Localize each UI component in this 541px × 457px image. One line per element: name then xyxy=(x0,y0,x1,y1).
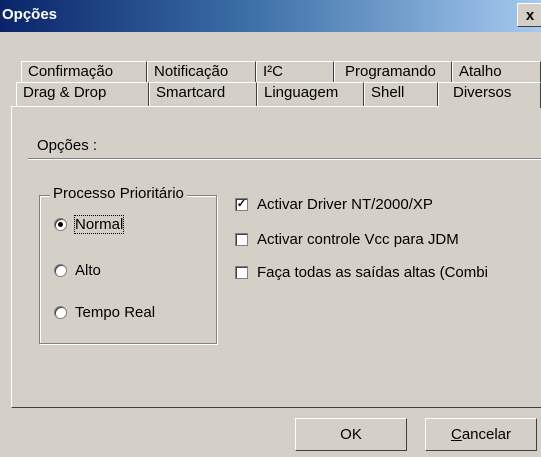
tab-label: Drag & Drop xyxy=(23,84,107,101)
checkbox-label: Faça todas as saídas altas (Combi xyxy=(257,264,488,281)
checkbox-icon xyxy=(235,233,248,246)
tab-smartcard[interactable]: Smartcard xyxy=(149,82,257,106)
tab-label: Notificação xyxy=(154,63,229,80)
tab-linguagem[interactable]: Linguagem xyxy=(257,82,364,106)
options-dialog: Opções x Confirmação Notificação I²C Pro… xyxy=(0,0,541,457)
checkbox-saidas-altas[interactable]: Faça todas as saídas altas (Combi xyxy=(235,264,488,281)
radio-icon xyxy=(54,306,67,319)
window-title: Opções xyxy=(2,6,58,23)
checkbox-label: Activar Driver NT/2000/XP xyxy=(257,196,433,213)
section-label: Opções : xyxy=(37,137,98,154)
tab-label: Programando xyxy=(345,63,436,80)
tab-label: I²C xyxy=(263,63,283,80)
tab-label: Smartcard xyxy=(156,84,226,101)
cancel-mnemonic: C xyxy=(450,426,462,443)
checkbox-driver-nt[interactable]: ✓ Activar Driver NT/2000/XP xyxy=(235,196,433,213)
tab-label: Confirmação xyxy=(28,63,114,80)
radio-label: Tempo Real xyxy=(75,304,156,321)
radio-icon xyxy=(54,264,67,277)
radio-tempo-real[interactable]: Tempo Real xyxy=(54,304,155,321)
close-icon: x xyxy=(525,7,535,24)
tab-notificacao[interactable]: Notificação xyxy=(147,61,256,82)
checkbox-label: Activar controle Vcc para JDM xyxy=(257,231,459,248)
group-legend: Processo Prioritário xyxy=(50,185,187,202)
tab-label: Linguagem xyxy=(264,84,339,101)
tab-shell[interactable]: Shell xyxy=(364,82,438,106)
tab-programando[interactable]: Programando xyxy=(334,61,452,82)
tab-i2c[interactable]: I²C xyxy=(256,61,334,82)
cancel-label: ancelar xyxy=(461,426,512,443)
tab-diversos[interactable]: Diversos xyxy=(438,82,541,108)
cancel-button[interactable]: Cancelar xyxy=(425,418,537,451)
ok-label: OK xyxy=(340,426,362,443)
title-bar: Opções x xyxy=(0,0,541,32)
checkbox-vcc-jdm[interactable]: Activar controle Vcc para JDM xyxy=(235,231,459,248)
checkbox-icon: ✓ xyxy=(235,198,248,211)
tab-label: Shell xyxy=(371,84,405,101)
ok-button[interactable]: OK xyxy=(295,418,407,451)
tab-drag-drop[interactable]: Drag & Drop xyxy=(16,82,149,106)
checkbox-icon xyxy=(235,266,248,279)
radio-icon xyxy=(54,218,67,231)
radio-label: Normal xyxy=(73,215,125,234)
tab-atalho[interactable]: Atalho xyxy=(452,61,541,82)
close-button[interactable]: x xyxy=(517,3,541,27)
radio-label: Alto xyxy=(75,262,101,279)
radio-normal[interactable]: Normal xyxy=(54,215,125,234)
tab-label: Atalho xyxy=(459,63,502,80)
section-divider xyxy=(28,158,541,160)
tab-confirmacao[interactable]: Confirmação xyxy=(21,61,147,82)
radio-alto[interactable]: Alto xyxy=(54,262,101,279)
tab-label: Diversos xyxy=(453,84,512,101)
